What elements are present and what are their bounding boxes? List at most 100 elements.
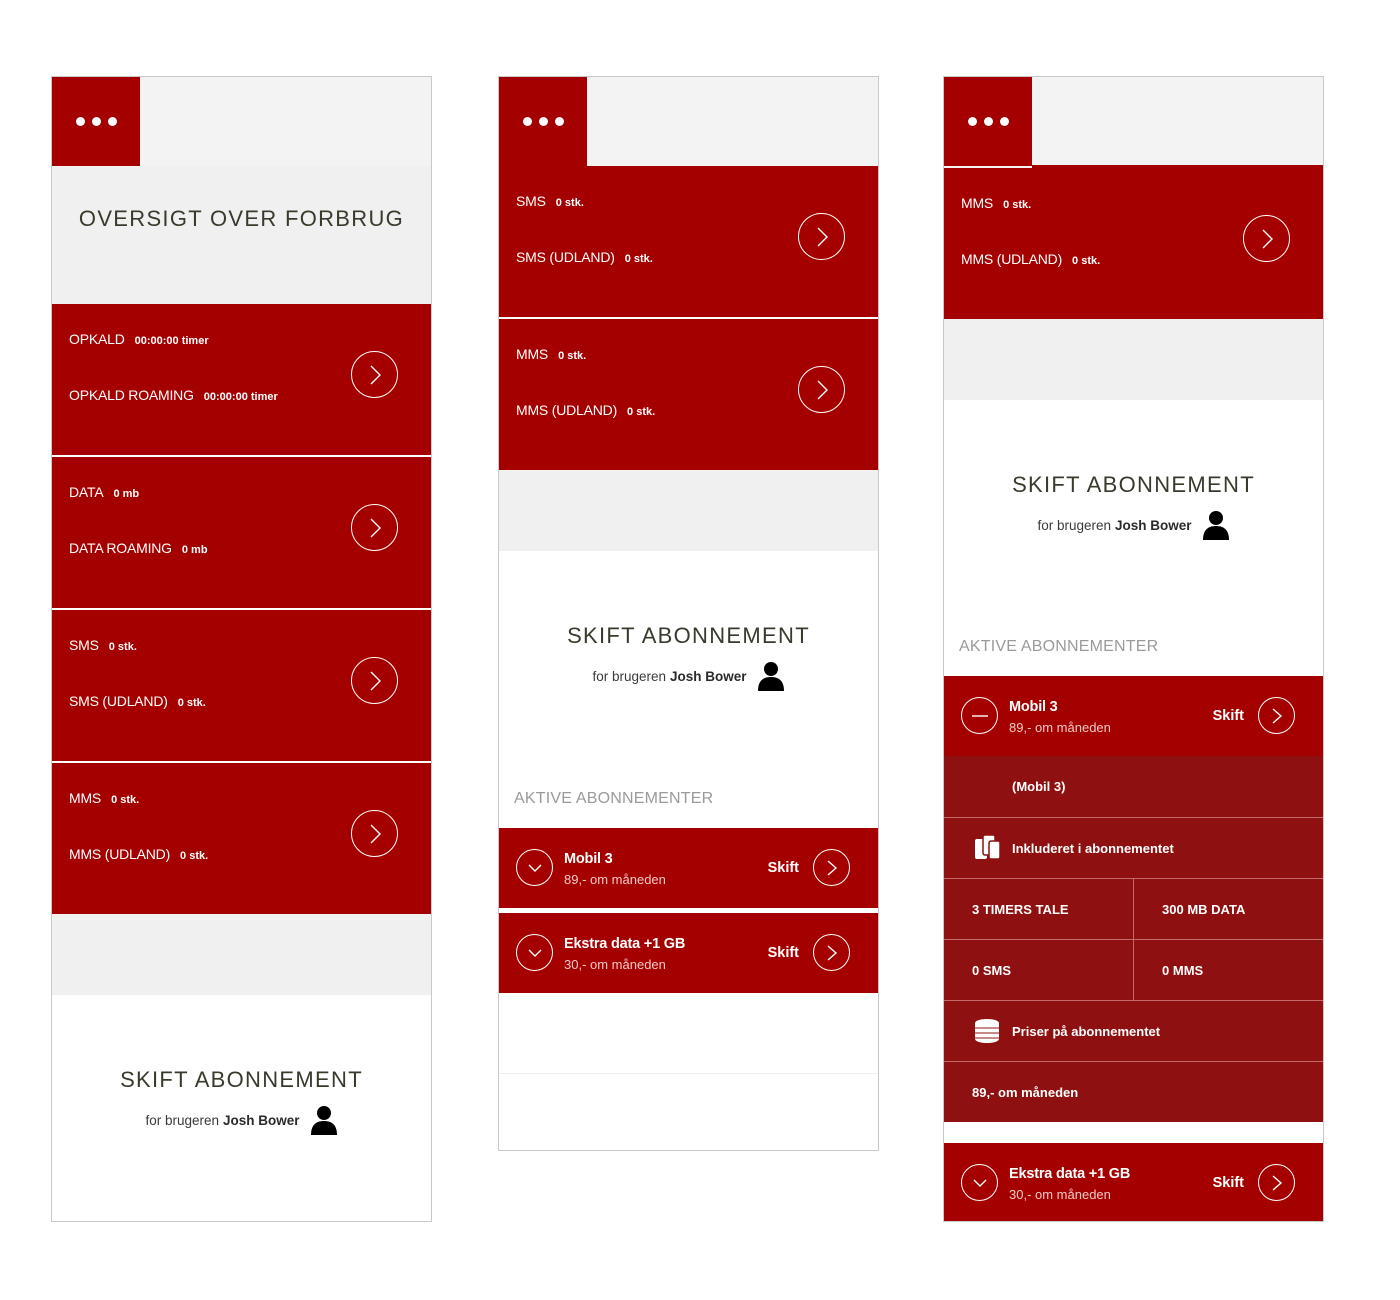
phones-icon	[975, 834, 1001, 860]
sms-unit: SMS	[982, 962, 1012, 978]
coins-icon	[975, 1019, 999, 1043]
spacer	[499, 470, 878, 551]
usage-label: OPKALD ROAMING	[69, 387, 194, 403]
usage-label: SMS	[69, 637, 99, 653]
skift-label[interactable]: Skift	[1213, 708, 1244, 724]
spacer	[52, 914, 431, 995]
user-byline: for brugeren Josh Bower	[52, 1105, 431, 1135]
included-row: 0 SMS 0 MMS	[944, 939, 1323, 1000]
user-name: Josh Bower	[1115, 517, 1192, 533]
menu-button[interactable]	[499, 77, 587, 166]
menu-dot	[522, 117, 532, 126]
included-sms: 0 SMS	[944, 940, 1133, 1000]
usage-value: 0 stk.	[111, 794, 140, 806]
prices-cell: Priser på abonnementet	[944, 1001, 1323, 1061]
chevron-right-icon[interactable]	[351, 351, 398, 398]
chevron-right-icon[interactable]	[351, 657, 398, 704]
mms-unit: MMS	[1172, 962, 1204, 978]
user-icon	[310, 1106, 337, 1135]
expand-icon[interactable]	[961, 1164, 998, 1201]
subscription-price: 89,- om måneden	[1009, 720, 1111, 735]
usage-card-sms[interactable]: SMS 0 stk. SMS (UDLAND) 0 stk.	[499, 166, 878, 317]
chevron-right-icon[interactable]	[798, 213, 845, 260]
collapse-icon[interactable]	[961, 697, 998, 734]
usage-value: 0 mb	[181, 544, 208, 556]
usage-value: 00:00:00 timer	[134, 335, 209, 347]
usage-label: MMS	[516, 346, 549, 362]
chevron-right-icon[interactable]	[351, 810, 398, 857]
byline-text: for brugeren	[1037, 517, 1111, 533]
subscription-name: Mobil 3	[564, 851, 613, 867]
user-byline: for brugeren Josh Bower	[944, 510, 1323, 540]
usage-card-mms[interactable]: MMS 0 stk. MMS (UDLAND) 0 stk.	[944, 168, 1323, 319]
subscription-name: Ekstra data +1 GB	[1009, 1166, 1131, 1182]
included-cell: Inkluderet i abonnementet	[944, 818, 1323, 878]
usage-label: MMS (UDLAND)	[516, 402, 618, 418]
skift-section: SKIFT ABONNEMENT for brugeren Josh Bower	[52, 995, 431, 1221]
menu-dot	[538, 117, 548, 126]
included-data: 300 MB DATA	[1133, 879, 1323, 939]
skift-section: SKIFT ABONNEMENT for brugeren Josh Bower…	[499, 551, 878, 828]
chevron-right-icon[interactable]	[1243, 215, 1290, 262]
top-bar	[52, 77, 431, 166]
skift-label[interactable]: Skift	[768, 945, 799, 961]
chevron-right-icon[interactable]	[813, 849, 850, 886]
included-header: Inkluderet i abonnementet	[944, 817, 1323, 878]
skift-label[interactable]: Skift	[1213, 1175, 1244, 1191]
active-subscriptions-label: AKTIVE ABONNEMENTER	[514, 790, 714, 807]
chevron-right-icon[interactable]	[813, 934, 850, 971]
included-tale: 3 TIMERS TALE	[944, 879, 1133, 939]
plan-name: (Mobil 3)	[1012, 779, 1066, 794]
usage-label: DATA	[69, 484, 104, 500]
subscription-row[interactable]: Mobil 3 89,- om måneden Skift	[499, 828, 878, 908]
mms-value: 0	[1162, 962, 1170, 978]
menu-button[interactable]	[944, 77, 1032, 166]
price-row: 89,- om måneden	[944, 1061, 1323, 1122]
chevron-right-icon[interactable]	[1258, 1164, 1295, 1201]
expand-icon[interactable]	[516, 934, 553, 971]
screen-usage-overview: OVERSIGT OVER FORBRUG OPKALD 00:00:00 tim…	[51, 76, 432, 1222]
plan-name-row: (Mobil 3)	[944, 756, 1323, 817]
usage-value: 0 mb	[113, 488, 140, 500]
skift-section: SKIFT ABONNEMENT for brugeren Josh Bower…	[944, 400, 1323, 676]
subscription-row-expanded[interactable]: Mobil 3 89,- om måneden Skift	[944, 676, 1323, 756]
subscription-row[interactable]: Ekstra data +1 GB 30,- om måneden Skift	[944, 1143, 1323, 1221]
subscription-row[interactable]: Ekstra data +1 GB 30,- om måneden Skift	[499, 913, 878, 993]
menu-dot	[554, 117, 564, 126]
usage-value: 0 stk.	[555, 197, 584, 209]
subscription-name: Mobil 3	[1009, 699, 1058, 715]
menu-button[interactable]	[52, 77, 140, 166]
tale-value: 3	[972, 901, 980, 917]
skift-title: SKIFT ABONNEMENT	[1012, 472, 1255, 497]
chevron-right-icon[interactable]	[798, 366, 845, 413]
usage-label: MMS	[69, 790, 102, 806]
usage-label: OPKALD	[69, 331, 125, 347]
spacer	[944, 319, 1323, 400]
chevron-right-icon[interactable]	[351, 504, 398, 551]
usage-value: 0 stk.	[108, 641, 137, 653]
skift-label[interactable]: Skift	[768, 860, 799, 876]
usage-card-sms[interactable]: SMS 0 stk. SMS (UDLAND) 0 stk.	[52, 610, 431, 761]
price-line: 89,- om måneden	[972, 1084, 1079, 1100]
usage-card-data[interactable]: DATA 0 mb DATA ROAMING 0 mb	[52, 457, 431, 608]
menu-dot	[999, 117, 1009, 126]
usage-card-mms[interactable]: MMS 0 stk. MMS (UDLAND) 0 stk.	[52, 763, 431, 914]
page-title: OVERSIGT OVER FORBRUG	[78, 206, 405, 231]
usage-value: 0 stk.	[1072, 255, 1101, 267]
prices-title: Priser på abonnementet	[1012, 1023, 1161, 1039]
expand-icon[interactable]	[516, 849, 553, 886]
skift-title: SKIFT ABONNEMENT	[120, 1067, 363, 1092]
usage-value: 0 stk.	[624, 253, 653, 265]
usage-label: SMS	[516, 193, 546, 209]
user-name: Josh Bower	[223, 1112, 300, 1128]
usage-card-calls[interactable]: OPKALD 00:00:00 timer OPKALD ROAMING 00:00…	[52, 304, 431, 455]
data-unit: MB DATA	[1187, 901, 1246, 917]
usage-card-mms[interactable]: MMS 0 stk. MMS (UDLAND) 0 stk.	[499, 319, 878, 470]
included-title: Inkluderet i abonnementet	[1012, 840, 1174, 856]
usage-value: 0 stk.	[558, 350, 587, 362]
tale-unit: TIMERS TALE	[982, 901, 1069, 917]
chevron-right-icon[interactable]	[1258, 697, 1295, 734]
included-mms: 0 MMS	[1133, 940, 1323, 1000]
data-value: 300	[1162, 901, 1184, 917]
subscription-price: 89,- om måneden	[564, 872, 666, 887]
